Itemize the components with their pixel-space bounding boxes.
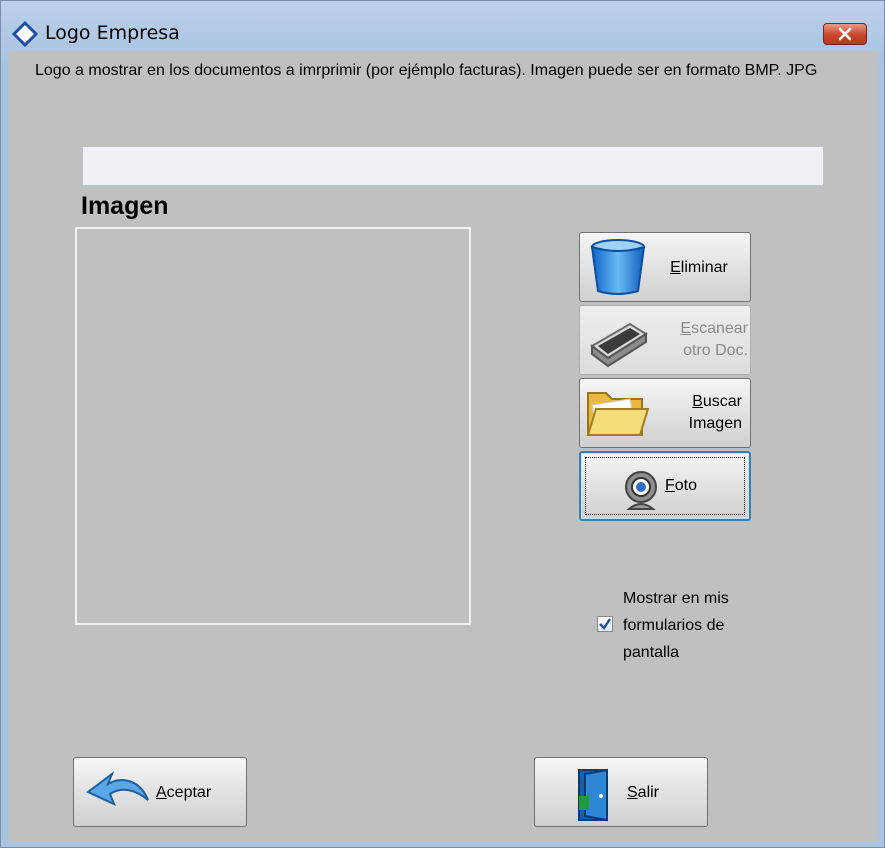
- buscar-label-line1: uscar: [702, 393, 742, 410]
- foto-button[interactable]: Foto: [579, 451, 751, 521]
- salir-button[interactable]: Salir: [534, 757, 708, 827]
- checkbox-label-line2: formularios de: [623, 617, 725, 634]
- eliminar-label: liminar: [680, 259, 728, 276]
- aceptar-label: ceptar: [166, 784, 212, 801]
- checkmark-icon: [599, 618, 611, 630]
- escanear-label-accel: E: [680, 320, 692, 337]
- close-icon: [838, 27, 852, 41]
- dialog-body: Logo a mostrar en los documentos a imrpr…: [9, 51, 878, 842]
- escanear-label-line1: scanear: [691, 320, 748, 337]
- aceptar-button[interactable]: Aceptar: [73, 757, 247, 827]
- escanear-label-line2: otro Doc.: [683, 342, 748, 359]
- trash-bin-icon: [586, 237, 650, 302]
- folder-icon: [584, 385, 650, 448]
- window-title: Logo Empresa: [45, 22, 180, 44]
- checkbox-label-line1: Mostrar en mis: [623, 590, 729, 607]
- escanear-button[interactable]: Escanear otro Doc.: [579, 305, 751, 375]
- eliminar-label-accel: E: [670, 259, 681, 276]
- scanner-icon: [586, 316, 650, 373]
- description-text: Logo a mostrar en los documentos a imrpr…: [35, 62, 818, 79]
- image-section-label: Imagen: [81, 192, 169, 220]
- checkbox-label-line3: pantalla: [623, 644, 680, 661]
- aceptar-label-accel: A: [156, 784, 167, 801]
- image-path-field[interactable]: [82, 146, 824, 186]
- salir-label-accel: S: [627, 784, 638, 801]
- eliminar-button[interactable]: Eliminar: [579, 232, 751, 302]
- exit-door-icon: [577, 768, 613, 827]
- webcam-icon: [621, 469, 661, 516]
- buscar-imagen-button[interactable]: Buscar Imagen: [579, 378, 751, 448]
- close-button[interactable]: [823, 23, 867, 45]
- window-app-icon: [11, 20, 39, 48]
- foto-label: oto: [674, 477, 698, 494]
- show-in-forms-checkbox[interactable]: [597, 616, 613, 632]
- curved-arrow-icon: [86, 770, 152, 821]
- foto-label-accel: F: [665, 477, 675, 494]
- salir-label: alir: [637, 784, 660, 801]
- buscar-label-accel: B: [692, 393, 703, 410]
- dialog-window: Logo Empresa Logo a mostrar en los docum…: [0, 0, 885, 848]
- buscar-label-line2: Imagen: [688, 415, 742, 432]
- image-preview-box[interactable]: [75, 227, 471, 625]
